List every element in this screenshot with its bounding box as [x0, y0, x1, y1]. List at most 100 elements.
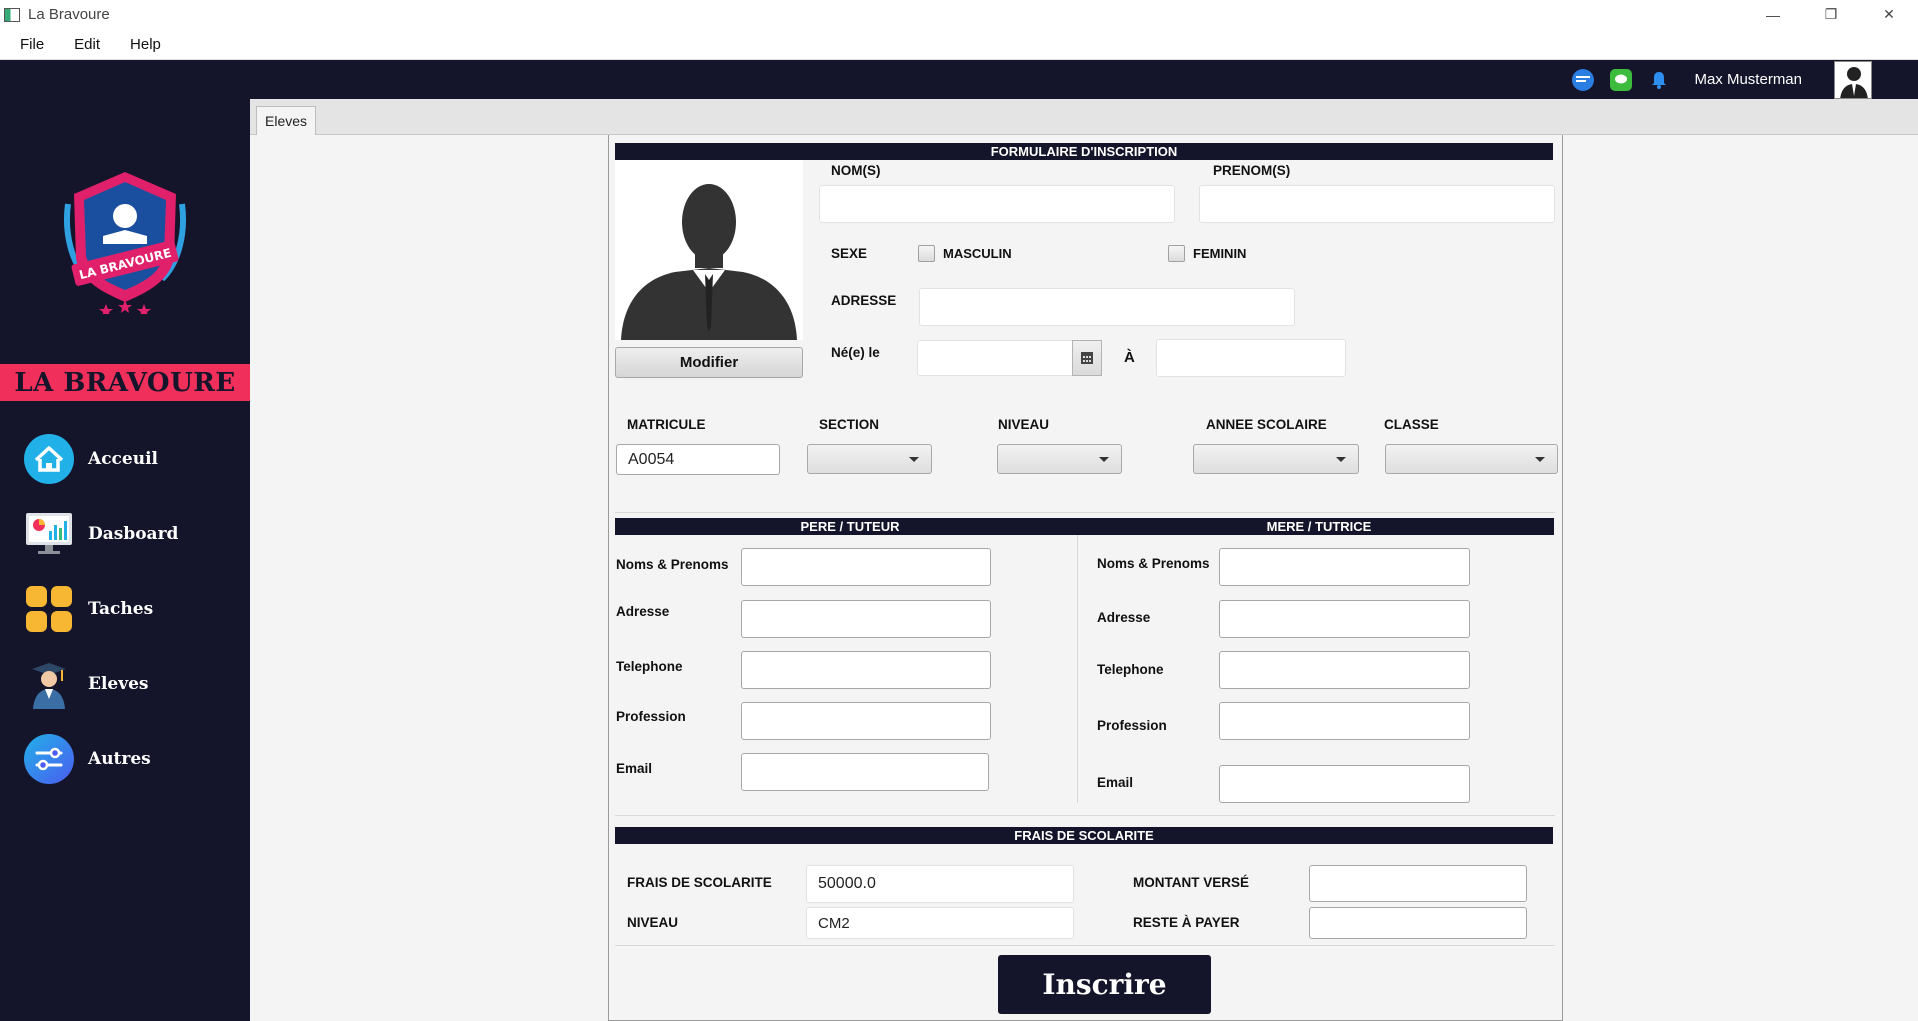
sidebar-item-label: Acceuil	[88, 449, 158, 469]
sidebar-item-label: Taches	[88, 599, 154, 619]
frais-section-title: FRAIS DE SCOLARITE	[615, 827, 1553, 844]
matricule-field[interactable]: A0054	[616, 444, 780, 475]
annee-label: ANNEE SCOLAIRE	[1206, 417, 1327, 432]
birthplace-label: À	[1124, 349, 1135, 366]
modify-photo-button[interactable]: Modifier	[615, 347, 803, 378]
brand-banner: LA BRAVOURE	[0, 364, 250, 401]
menu-bar: File Edit Help	[0, 29, 1918, 60]
frais-field[interactable]: 50000.0	[806, 865, 1074, 903]
sidebar: LA BRAVOURE LA BRAVOURE Acceuil Dasboard…	[0, 99, 250, 1021]
feminin-checkbox[interactable]	[1168, 245, 1185, 262]
birthdate-label: Né(e) le	[831, 345, 880, 360]
menu-edit[interactable]: Edit	[64, 36, 110, 53]
user-name: Max Musterman	[1694, 71, 1802, 88]
tasks-icon	[24, 584, 74, 634]
mere-profession-label: Profession	[1097, 718, 1167, 733]
mere-profession-field[interactable]	[1219, 702, 1470, 740]
pere-noms-field[interactable]	[741, 548, 991, 586]
sidebar-item-acceuil[interactable]: Acceuil	[24, 433, 234, 485]
student-icon	[24, 659, 74, 709]
menu-file[interactable]: File	[10, 36, 54, 53]
tab-eleves[interactable]: Eleves	[256, 106, 317, 135]
settings-icon	[24, 734, 74, 784]
dashboard-icon	[24, 509, 74, 559]
tab-strip: Eleves	[250, 99, 1918, 135]
section-select[interactable]	[807, 444, 932, 474]
chat-icon[interactable]	[1610, 68, 1633, 91]
montant-label: MONTANT VERSÉ	[1133, 875, 1250, 890]
messenger-icon[interactable]	[1572, 68, 1595, 91]
pere-email-label: Email	[616, 761, 653, 776]
mere-noms-label: Noms & Prenoms	[1097, 556, 1210, 571]
frais-label: FRAIS DE SCOLARITE	[627, 875, 772, 890]
nom-field[interactable]	[819, 185, 1175, 223]
inscrire-button[interactable]: Inscrire	[998, 955, 1211, 1014]
bell-icon[interactable]	[1648, 69, 1670, 91]
masculin-label: MASCULIN	[943, 246, 1012, 261]
divider	[1077, 535, 1078, 803]
niveau-label: NIVEAU	[998, 417, 1050, 432]
divider	[615, 945, 1555, 946]
niveau-fee-field[interactable]: CM2	[806, 907, 1074, 939]
calendar-button[interactable]	[1072, 340, 1102, 376]
sidebar-item-label: Dasboard	[88, 524, 179, 544]
close-button[interactable]: ✕	[1860, 0, 1918, 29]
masculin-checkbox[interactable]	[918, 245, 935, 262]
mere-telephone-field[interactable]	[1219, 651, 1470, 689]
niveau-fee-label: NIVEAU	[627, 915, 679, 930]
menu-help[interactable]: Help	[120, 36, 171, 53]
pere-telephone-label: Telephone	[616, 659, 683, 674]
niveau-select[interactable]	[997, 444, 1122, 474]
montant-field[interactable]	[1309, 865, 1527, 902]
calendar-icon	[1081, 352, 1093, 364]
feminin-label: FEMININ	[1193, 246, 1247, 261]
student-photo	[615, 160, 803, 340]
sidebar-item-taches[interactable]: Taches	[24, 583, 234, 635]
adresse-field[interactable]	[919, 288, 1295, 326]
mere-email-label: Email	[1097, 775, 1134, 790]
home-icon	[24, 434, 74, 484]
matricule-label: MATRICULE	[627, 417, 706, 432]
annee-select[interactable]	[1193, 444, 1359, 474]
user-avatar[interactable]	[1834, 60, 1872, 99]
birthplace-field[interactable]	[1156, 339, 1346, 377]
sidebar-item-label: Eleves	[88, 674, 149, 694]
top-header: Max Musterman	[0, 60, 1918, 99]
classe-label: CLASSE	[1384, 417, 1439, 432]
divider	[615, 512, 1555, 513]
section-label: SECTION	[819, 417, 880, 432]
pere-profession-field[interactable]	[741, 702, 991, 740]
sidebar-item-dashboard[interactable]: Dasboard	[24, 508, 234, 560]
mere-noms-field[interactable]	[1219, 548, 1470, 586]
mere-telephone-label: Telephone	[1097, 662, 1164, 677]
divider	[615, 815, 1555, 816]
pere-section-title: PERE / TUTEUR	[615, 518, 1085, 535]
sidebar-item-label: Autres	[88, 749, 151, 769]
nom-label: NOM(S)	[831, 163, 881, 178]
mere-adresse-field[interactable]	[1219, 600, 1470, 638]
restore-button[interactable]: ❐	[1802, 0, 1860, 29]
pere-adresse-field[interactable]	[741, 600, 991, 638]
prenom-field[interactable]	[1199, 185, 1555, 223]
adresse-label: ADRESSE	[831, 293, 897, 308]
sidebar-item-autres[interactable]: Autres	[24, 733, 234, 785]
window-titlebar: La Bravoure — ❐ ✕	[0, 0, 1918, 29]
classe-select[interactable]	[1385, 444, 1558, 474]
minimize-button[interactable]: —	[1744, 0, 1802, 29]
mere-adresse-label: Adresse	[1097, 610, 1151, 625]
mere-email-field[interactable]	[1219, 765, 1470, 803]
pere-email-field[interactable]	[741, 753, 989, 791]
pere-telephone-field[interactable]	[741, 651, 991, 689]
pere-profession-label: Profession	[616, 709, 686, 724]
app-icon	[4, 7, 20, 22]
sexe-label: SEXE	[831, 246, 868, 261]
sidebar-item-eleves[interactable]: Eleves	[24, 658, 234, 710]
birthdate-field[interactable]	[917, 340, 1076, 376]
mere-section-title: MERE / TUTRICE	[1084, 518, 1554, 535]
pere-noms-label: Noms & Prenoms	[616, 557, 729, 572]
window-title: La Bravoure	[28, 6, 110, 23]
main-content: Eleves FORMULAIRE D'INSCRIPTION Modifier…	[250, 99, 1918, 1021]
form-title: FORMULAIRE D'INSCRIPTION	[615, 143, 1553, 160]
registration-form: FORMULAIRE D'INSCRIPTION Modifier NOM(S)…	[608, 135, 1563, 1021]
reste-field[interactable]	[1309, 907, 1527, 939]
